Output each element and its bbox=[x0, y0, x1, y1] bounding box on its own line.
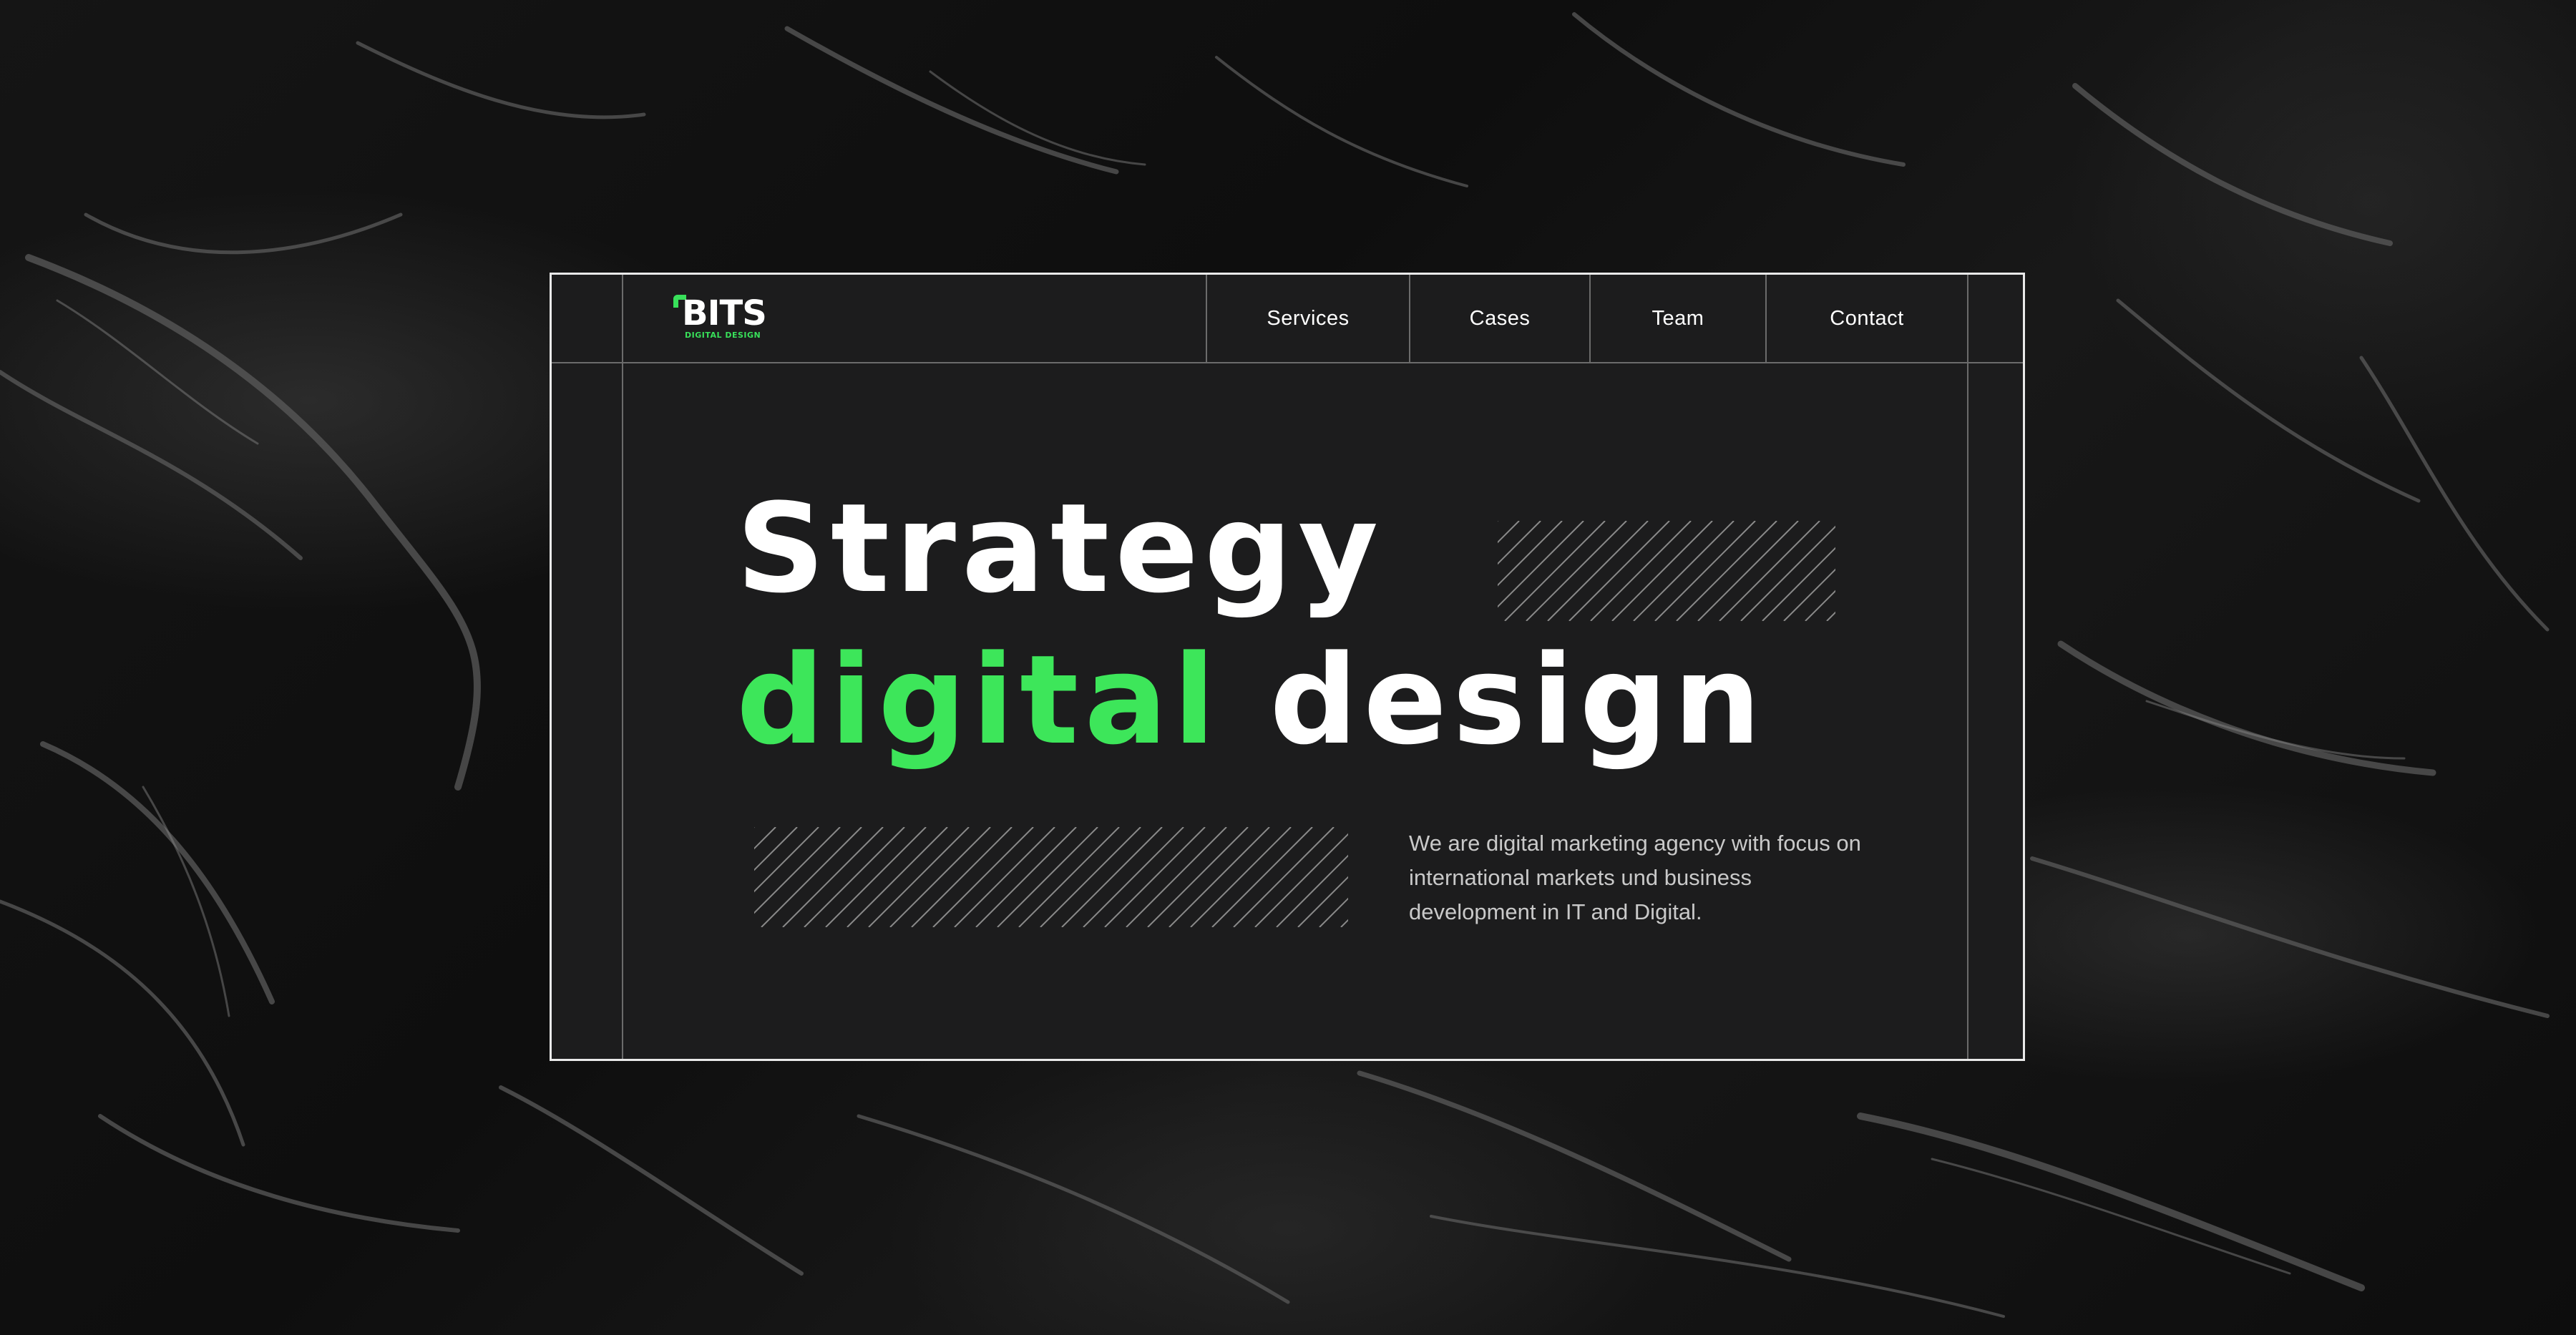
hero-headline-line2: digital design bbox=[736, 629, 1767, 772]
hero-description: We are digital marketing agency with foc… bbox=[1409, 831, 1861, 924]
headline-word-design: design bbox=[1269, 628, 1767, 772]
diagonal-hatch-pattern bbox=[754, 827, 1348, 927]
headline-word-strategy: Strategy bbox=[736, 476, 1385, 620]
nav-item-contact[interactable]: Contact bbox=[1767, 275, 1967, 362]
hero-card: BITS DIGITAL DESIGN Services Cases Team … bbox=[550, 273, 2025, 1061]
brand-tagline: DIGITAL DESIGN bbox=[685, 331, 761, 340]
header-divider bbox=[552, 362, 2023, 363]
diagonal-hatch-pattern bbox=[1498, 521, 1835, 621]
brand-name: BITS bbox=[682, 293, 767, 333]
headline-word-digital: digital bbox=[736, 628, 1221, 772]
brand-logo[interactable]: BITS DIGITAL DESIGN bbox=[673, 293, 781, 343]
nav-item-team[interactable]: Team bbox=[1591, 275, 1765, 362]
nav-item-cases[interactable]: Cases bbox=[1410, 275, 1589, 362]
nav-item-services[interactable]: Services bbox=[1207, 275, 1409, 362]
hero-headline-line1: Strategy bbox=[736, 477, 1384, 620]
grid-line-left bbox=[622, 275, 623, 1059]
grid-line-right bbox=[1967, 275, 1968, 1059]
page-background: BITS DIGITAL DESIGN Services Cases Team … bbox=[0, 0, 2576, 1335]
